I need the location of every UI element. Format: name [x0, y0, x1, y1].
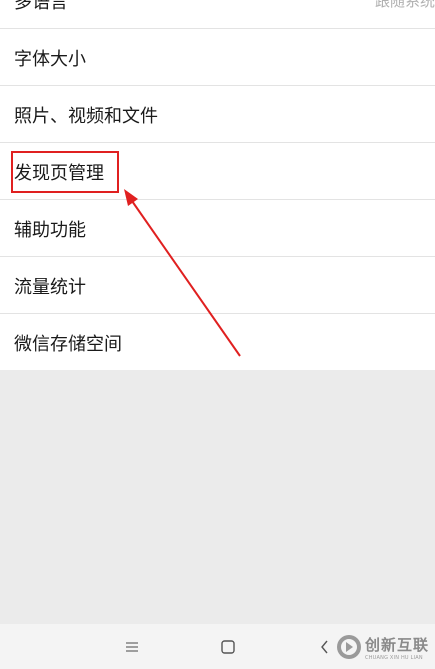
settings-item-font-size[interactable]: 字体大小: [0, 29, 435, 86]
settings-item-data-usage[interactable]: 流量统计: [0, 257, 435, 314]
brand-logo-icon: [337, 635, 361, 659]
settings-item-label: 照片、视频和文件: [14, 105, 158, 127]
settings-item-label: 多语言: [14, 0, 68, 13]
settings-item-label: 字体大小: [14, 48, 86, 70]
chevron-left-icon[interactable]: [311, 633, 339, 661]
settings-item-label: 流量统计: [14, 276, 86, 298]
watermark-subtitle: CHUANG XIN HU LIAN: [365, 654, 423, 661]
settings-item-value: 跟随系统: [374, 0, 435, 10]
watermark-logo: 创新互联 CHUANG XIN HU LIAN: [336, 632, 429, 662]
menu-lines-icon[interactable]: [118, 633, 146, 661]
settings-item-label: 辅助功能: [14, 219, 86, 241]
settings-item-storage[interactable]: 微信存储空间: [0, 314, 435, 371]
square-home-icon[interactable]: [214, 633, 242, 661]
highlight-box: [11, 151, 119, 193]
watermark-name: 创新互联: [365, 635, 430, 654]
settings-item-language[interactable]: 多语言 跟随系统: [0, 0, 435, 29]
settings-item-label: 微信存储空间: [14, 333, 122, 355]
settings-item-accessibility[interactable]: 辅助功能: [0, 200, 435, 257]
settings-item-photos-videos-files[interactable]: 照片、视频和文件: [0, 86, 435, 143]
